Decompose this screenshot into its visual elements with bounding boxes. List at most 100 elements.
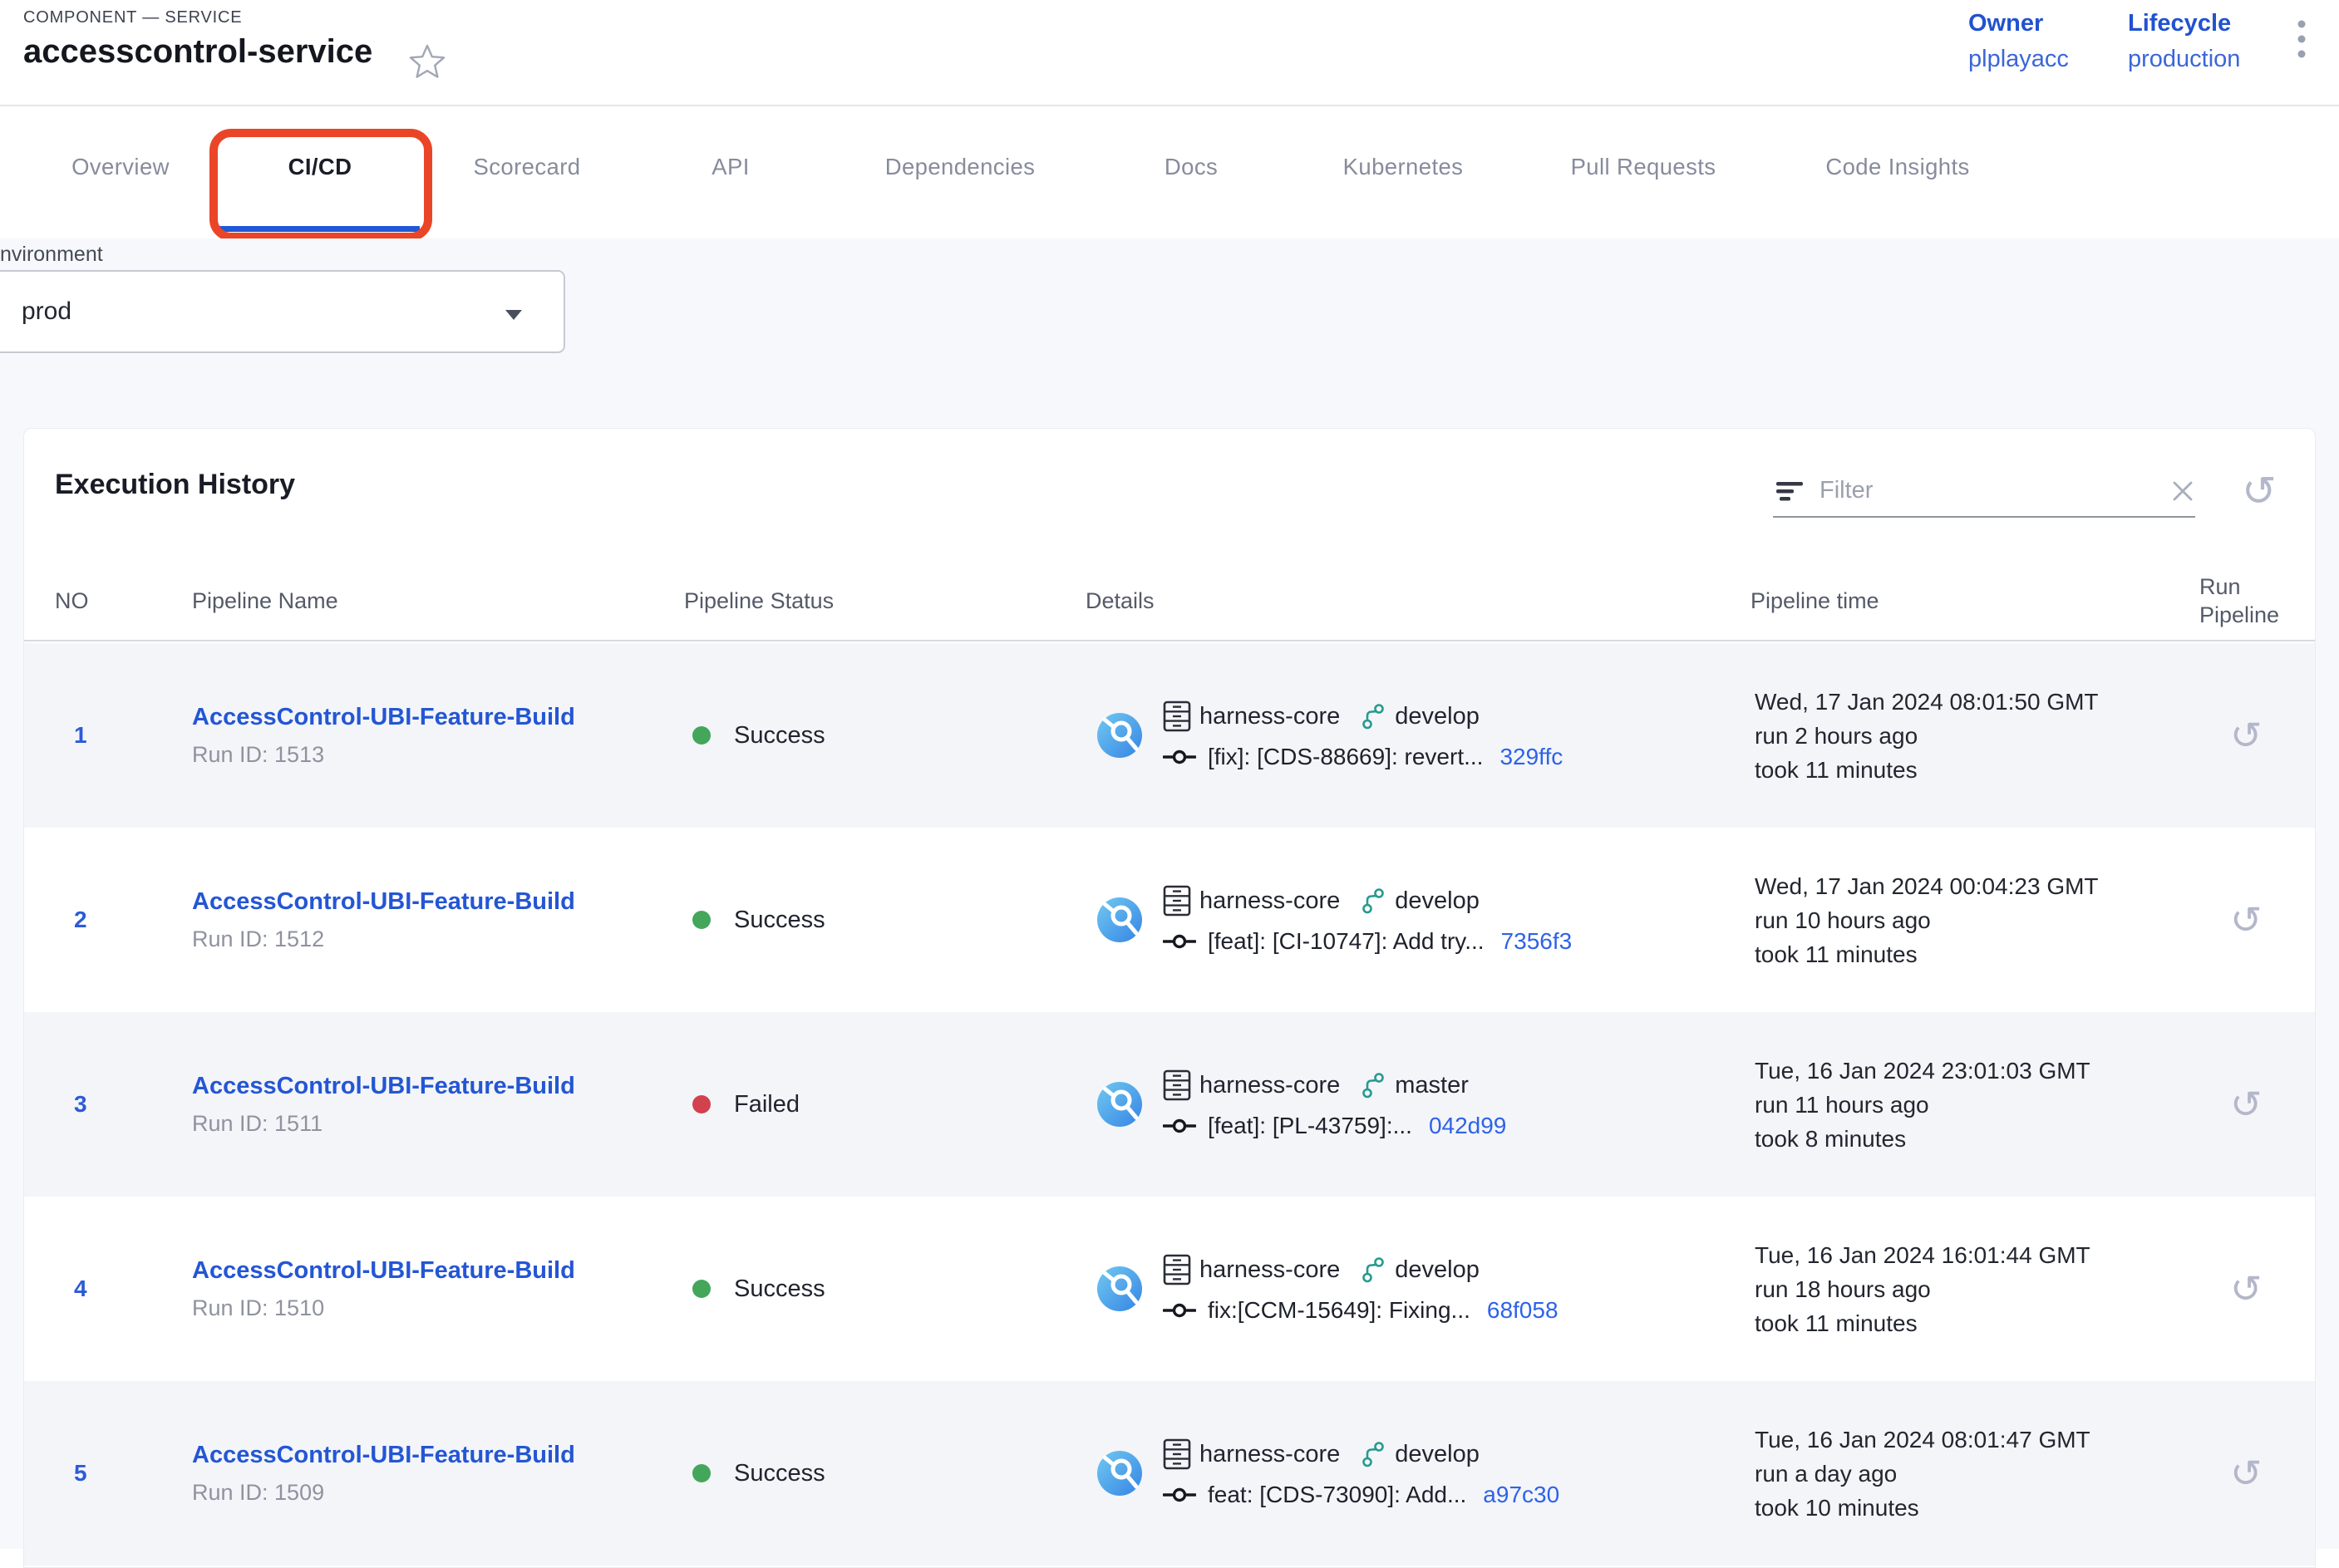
tab-kubernetes[interactable]: Kubernetes [1343,154,1464,180]
ci-module-icon [1096,1450,1143,1497]
git-commit-icon [1163,1486,1196,1504]
status-dot [692,1095,711,1113]
tab-cicd[interactable]: CI/CD [288,154,352,180]
status-text: Failed [734,1091,800,1118]
table-body: 1 AccessControl-UBI-Feature-Build Run ID… [24,643,2316,1566]
pipeline-name-link[interactable]: AccessControl-UBI-Feature-Build [192,1442,682,1469]
run-pipeline-icon[interactable]: ↺ [2230,716,2263,755]
commit-hash-link[interactable]: 68f058 [1487,1297,1559,1324]
time-ago: run 11 hours ago [1755,1088,2195,1122]
tab-pull-requests[interactable]: Pull Requests [1571,154,1716,180]
repository-icon [1163,1069,1191,1101]
pipeline-time: Tue, 16 Jan 2024 16:01:44 GMT run 18 hou… [1751,1238,2195,1340]
repository-name: harness-core [1199,703,1340,730]
row-number: 5 [24,1460,192,1487]
table-row: 4 AccessControl-UBI-Feature-Build Run ID… [24,1197,2316,1381]
pipeline-time: Wed, 17 Jan 2024 00:04:23 GMT run 10 hou… [1751,869,2195,971]
time-took: took 10 minutes [1755,1491,2195,1525]
star-icon[interactable] [409,43,446,80]
col-no: NO [24,587,192,615]
col-time: Pipeline time [1751,587,2195,615]
pipeline-name-link[interactable]: AccessControl-UBI-Feature-Build [192,888,682,916]
col-name: Pipeline Name [192,587,682,615]
row-number: 4 [24,1276,192,1302]
environment-label: nvironment [0,243,103,267]
git-commit-icon [1163,1301,1196,1320]
table-row: 5 AccessControl-UBI-Feature-Build Run ID… [24,1381,2316,1566]
lifecycle-label: Lifecycle [2128,10,2240,37]
ci-module-icon [1096,897,1143,943]
time-took: took 11 minutes [1755,937,2195,971]
branch-name: master [1395,1072,1469,1099]
row-number: 2 [24,907,192,933]
section-title: Execution History [55,469,295,501]
status-dot [692,1280,711,1298]
status-text: Success [734,1460,825,1487]
commit-hash-link[interactable]: 329ffc [1499,744,1563,770]
clear-filter-icon[interactable] [2170,479,2195,504]
active-tab-indicator [218,226,420,232]
tab-scorecard[interactable]: Scorecard [474,154,581,180]
run-id: Run ID: 1511 [192,1111,682,1137]
repository-name: harness-core [1199,1256,1340,1284]
content-area: nvironment prod Execution History [0,238,2339,1549]
repository-icon [1163,700,1191,732]
branch-name: develop [1395,887,1480,915]
filter-box [1773,477,2195,518]
tab-dependencies[interactable]: Dependencies [885,154,1036,180]
tab-bar: Overview CI/CD Scorecard API Dependencie… [0,108,2339,238]
git-branch-icon [1360,887,1386,914]
execution-history-card: Execution History ↺ NO Pipeline Name [23,428,2316,1568]
table-row: 1 AccessControl-UBI-Feature-Build Run ID… [24,643,2316,828]
git-commit-icon [1163,932,1196,951]
time-took: took 11 minutes [1755,753,2195,787]
tab-docs[interactable]: Docs [1165,154,1218,180]
commit-hash-link[interactable]: 7356f3 [1501,928,1573,955]
lifecycle-block: Lifecycle production [2128,10,2240,73]
git-branch-icon [1360,1072,1386,1099]
page-title: accesscontrol-service [23,33,372,71]
status-text: Success [734,722,825,750]
repository-name: harness-core [1199,1441,1340,1468]
environment-select[interactable]: prod [0,270,565,353]
run-pipeline-icon[interactable]: ↺ [2230,901,2263,939]
git-commit-icon [1163,1117,1196,1135]
pipeline-name-link[interactable]: AccessControl-UBI-Feature-Build [192,1257,682,1285]
commit-message: [fix]: [CDS-88669]: revert... [1208,744,1483,770]
ci-module-icon [1096,1081,1143,1128]
col-run-pipeline: Run Pipeline [2195,573,2316,629]
time-date: Tue, 16 Jan 2024 23:01:03 GMT [1755,1054,2195,1088]
time-date: Wed, 17 Jan 2024 08:01:50 GMT [1755,685,2195,719]
pipeline-name-link[interactable]: AccessControl-UBI-Feature-Build [192,704,682,731]
tab-overview[interactable]: Overview [71,154,170,180]
status-text: Success [734,1276,825,1303]
run-id: Run ID: 1510 [192,1295,682,1321]
commit-hash-link[interactable]: a97c30 [1483,1482,1559,1508]
time-ago: run a day ago [1755,1457,2195,1491]
lifecycle-value: production [2128,46,2240,73]
time-ago: run 18 hours ago [1755,1272,2195,1306]
branch-name: develop [1395,1256,1480,1284]
chevron-down-icon [504,308,524,322]
owner-value-link[interactable]: plplayacc [1968,46,2069,73]
tab-api[interactable]: API [712,154,750,180]
run-pipeline-icon[interactable]: ↺ [2230,1085,2263,1123]
run-id: Run ID: 1512 [192,927,682,952]
pipeline-time: Wed, 17 Jan 2024 08:01:50 GMT run 2 hour… [1751,685,2195,787]
pipeline-name-link[interactable]: AccessControl-UBI-Feature-Build [192,1073,682,1100]
refresh-icon[interactable]: ↺ [2242,470,2277,512]
run-pipeline-icon[interactable]: ↺ [2230,1454,2263,1492]
repository-name: harness-core [1199,887,1340,915]
tab-code-insights[interactable]: Code Insights [1825,154,1969,180]
page-header: COMPONENT — SERVICE accesscontrol-servic… [0,0,2339,106]
time-date: Tue, 16 Jan 2024 16:01:44 GMT [1755,1238,2195,1272]
time-date: Wed, 17 Jan 2024 00:04:23 GMT [1755,869,2195,903]
commit-message: fix:[CCM-15649]: Fixing... [1208,1297,1470,1324]
commit-hash-link[interactable]: 042d99 [1429,1113,1506,1139]
run-pipeline-icon[interactable]: ↺ [2230,1270,2263,1308]
commit-message: feat: [CDS-73090]: Add... [1208,1482,1466,1508]
repository-icon [1163,1254,1191,1285]
filter-input[interactable] [1819,477,2157,504]
row-number: 3 [24,1091,192,1118]
kebab-menu-icon[interactable] [2296,18,2307,61]
